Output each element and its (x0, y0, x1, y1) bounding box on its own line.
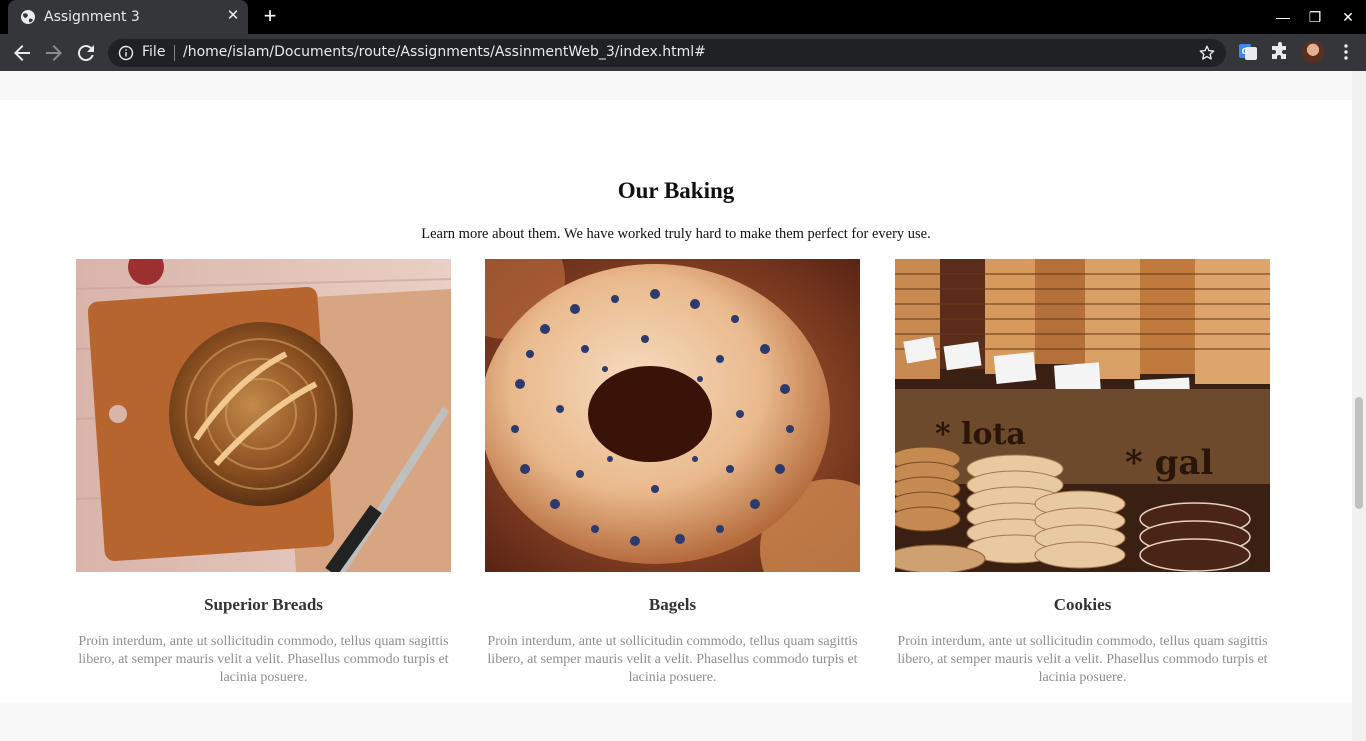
close-window-icon[interactable]: ✕ (1338, 7, 1358, 27)
card-title: Bagels (648, 595, 697, 614)
section-title: Our Baking (617, 178, 735, 203)
address-divider (174, 45, 175, 61)
url-text[interactable]: /home/islam/Documents/route/Assignments/… (183, 44, 706, 60)
back-icon[interactable] (10, 41, 34, 65)
menu-kebab-icon[interactable] (1336, 42, 1356, 62)
page-scrollbar[interactable] (1352, 71, 1366, 741)
cookies-image: * lota * gal (895, 259, 1270, 572)
card-text: Proin interdum, ante ut sollicitudin com… (78, 634, 449, 685)
bookmark-star-icon[interactable] (1198, 44, 1216, 62)
card-bagels: Bagels Proin interdum, ante ut sollicitu… (485, 259, 860, 687)
card-title: Cookies (1053, 595, 1112, 614)
new-tab-icon[interactable]: + (259, 5, 281, 27)
card-text: Proin interdum, ante ut sollicitudin com… (897, 634, 1268, 685)
card-breads: Superior Breads Proin interdum, ante ut … (76, 259, 451, 687)
info-icon[interactable] (118, 45, 134, 61)
globe-icon (21, 10, 35, 24)
bagel-image (485, 259, 860, 572)
browser-tab[interactable]: Assignment 3 ✕ (8, 0, 248, 34)
close-tab-icon[interactable]: ✕ (224, 7, 242, 25)
reload-icon[interactable] (74, 41, 98, 65)
tab-bar: Assignment 3 ✕ + — ❐ ✕ (0, 0, 1366, 34)
tab-title: Assignment 3 (44, 9, 140, 25)
scrollbar-thumb[interactable] (1355, 397, 1363, 509)
next-section-edge (0, 703, 1352, 741)
svg-text:* gal: * gal (1125, 443, 1213, 483)
extensions-puzzle-icon[interactable] (1270, 42, 1290, 62)
minimize-icon[interactable]: — (1273, 7, 1293, 27)
card-text: Proin interdum, ante ut sollicitudin com… (487, 634, 858, 685)
card-title: Superior Breads (204, 595, 323, 614)
page-viewport: Our Baking Learn more about them. We hav… (0, 71, 1352, 741)
address-bar[interactable]: File /home/islam/Documents/route/Assignm… (108, 39, 1226, 67)
translate-extension-icon[interactable]: G (1238, 42, 1258, 62)
section-subtitle: Learn more about them. We have worked tr… (421, 226, 931, 242)
previous-section-edge (0, 71, 1352, 100)
svg-text:G: G (1242, 47, 1249, 56)
restore-icon[interactable]: ❐ (1305, 7, 1325, 27)
browser-toolbar: File /home/islam/Documents/route/Assignm… (0, 34, 1366, 71)
url-scheme-label: File (142, 44, 166, 60)
card-cookies: * lota * gal Cookies Proin interdum, ant… (895, 259, 1270, 687)
svg-text:* lota: * lota (935, 417, 1026, 452)
profile-avatar[interactable] (1302, 41, 1324, 63)
bread-image (76, 259, 451, 572)
forward-icon[interactable] (42, 41, 66, 65)
